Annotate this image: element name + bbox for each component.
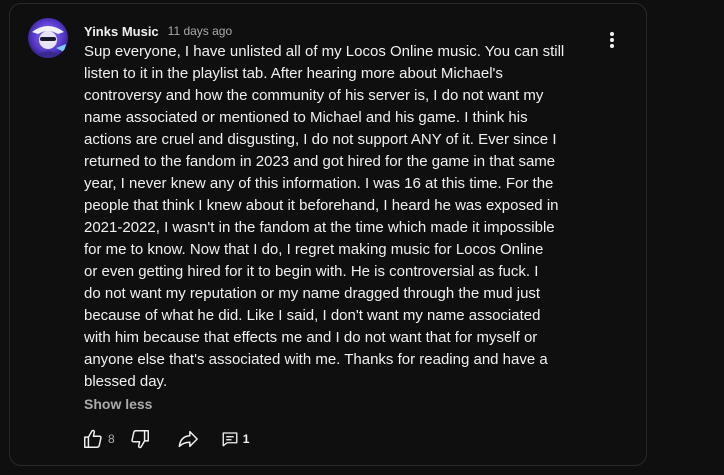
- comment-actions: 8 1: [80, 426, 249, 452]
- avatar[interactable]: [28, 18, 68, 58]
- share-arrow-icon: [178, 430, 198, 448]
- author-name[interactable]: Yinks Music: [84, 24, 159, 39]
- reply-count[interactable]: 1: [243, 432, 250, 446]
- avatar-image: [28, 18, 68, 58]
- thumbs-down-icon: [131, 430, 149, 449]
- thumbs-up-icon: [84, 429, 102, 448]
- show-less-button[interactable]: Show less: [84, 396, 152, 412]
- comment-header: Yinks Music 11 days ago: [84, 22, 232, 40]
- reply-button[interactable]: [219, 426, 241, 452]
- comment-icon: [222, 432, 238, 447]
- comment-card: Yinks Music 11 days ago Sup everyone, I …: [9, 3, 647, 466]
- comment-timestamp[interactable]: 11 days ago: [168, 24, 233, 38]
- comment-text: Sup everyone, I have unlisted all of my …: [84, 43, 565, 390]
- like-count: 8: [108, 432, 115, 446]
- share-button[interactable]: [175, 426, 201, 452]
- like-button[interactable]: [80, 426, 106, 452]
- dislike-button[interactable]: [127, 426, 153, 452]
